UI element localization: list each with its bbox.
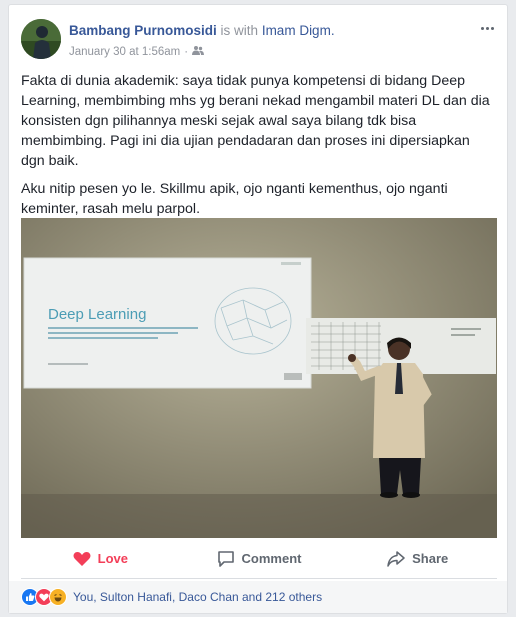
author-name[interactable]: Bambang Purnomosidi [69, 23, 217, 38]
post-paragraph: Fakta di dunia akademik: saya tidak puny… [21, 73, 490, 169]
with-label: is with [220, 23, 259, 38]
share-label: Share [412, 551, 449, 566]
share-button[interactable]: Share [338, 539, 497, 578]
share-icon [387, 550, 405, 567]
post-header: Bambang Purnomosidi is with Imam Digm. [69, 23, 335, 38]
post-paragraph: Aku nitip pesen yo le. Skillmu apik, ojo… [21, 181, 448, 217]
post-photo[interactable]: Deep Learning [21, 218, 497, 538]
tagged-user[interactable]: Imam Digm. [262, 23, 335, 38]
love-label: Love [97, 551, 128, 566]
friends-icon[interactable] [192, 45, 205, 58]
post-meta: January 30 at 1:56am · [69, 45, 205, 58]
post-text: Fakta di dunia akademik: saya tidak puny… [21, 71, 493, 227]
author-avatar[interactable] [21, 19, 61, 59]
reactions-bar: You, Sulton Hanafi, Daco Chan and 212 ot… [9, 581, 507, 613]
love-button[interactable]: Love [21, 539, 180, 578]
reactors-summary[interactable]: You, Sulton Hanafi, Daco Chan and 212 ot… [73, 590, 322, 604]
more-options-icon[interactable] [477, 21, 497, 35]
comment-icon [217, 550, 234, 567]
post-card: Bambang Purnomosidi is with Imam Digm. J… [8, 4, 508, 614]
slide-title: Deep Learning [48, 306, 146, 323]
haha-icon[interactable] [49, 588, 67, 606]
comment-button[interactable]: Comment [180, 539, 339, 578]
comment-label: Comment [241, 551, 302, 566]
love-icon [73, 551, 91, 566]
post-actions: Love Comment Share [21, 539, 497, 579]
post-timestamp[interactable]: January 30 at 1:56am [69, 46, 180, 58]
